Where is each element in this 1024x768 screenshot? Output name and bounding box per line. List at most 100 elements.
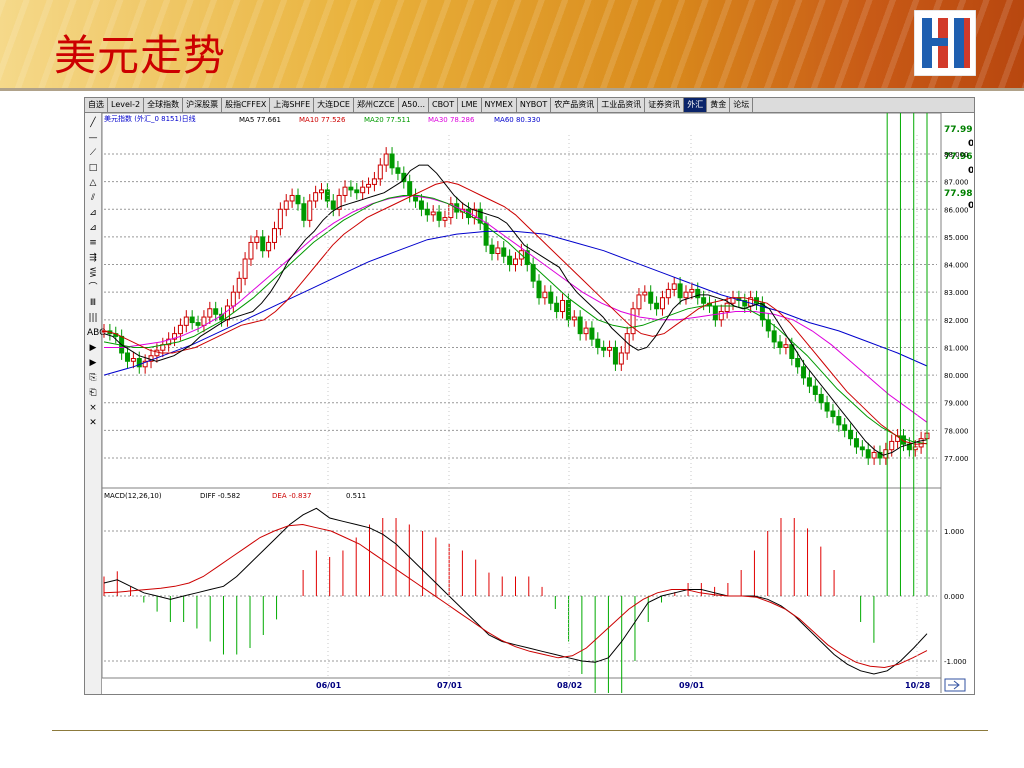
candle-body (871, 451, 877, 459)
trading-software-window: 自选 Level-2 全球指数 沪深股票 股指CFFEX 上海SHFE 大连DCE 郑州CZC… (84, 97, 975, 695)
candle-body (583, 327, 589, 335)
candle-body (271, 228, 277, 243)
candle-body (260, 236, 266, 252)
right-value-4: 0 (968, 166, 973, 176)
candle-body (554, 302, 560, 313)
candle-body (536, 280, 542, 299)
candle-body (853, 438, 859, 448)
candle-body (395, 167, 401, 174)
candle-body (795, 358, 801, 368)
candle-body (201, 316, 207, 326)
macd-diff-label: DIFF -0.582 (200, 492, 240, 500)
candle-body (595, 338, 601, 348)
candle-body (360, 186, 366, 194)
candle-body (313, 192, 319, 202)
candle-body (701, 297, 707, 304)
tab-15[interactable]: 证券资讯 (645, 98, 685, 112)
drawing-tool-icon-14[interactable]: ABC (87, 327, 105, 339)
candle-body (777, 341, 783, 348)
ma10-label: MA10 77.526 (299, 116, 346, 124)
tab-17[interactable]: 黄金 (707, 98, 731, 112)
candle-body (836, 416, 842, 426)
candle-body (189, 316, 195, 324)
tab-13[interactable]: 农产品资讯 (551, 98, 599, 112)
macd-dea-label: DEA -0.837 (272, 492, 311, 500)
drawing-tool-icon-11[interactable]: ⌒ (87, 282, 99, 294)
drawing-tool-icon-18[interactable]: ⎗ (87, 387, 99, 399)
drawing-tool-icon-19[interactable]: × (87, 402, 99, 414)
drawing-tool-icon-9[interactable]: ⇶ (87, 252, 99, 264)
right-value-2: 0 (968, 139, 973, 149)
tab-12[interactable]: NYBOT (517, 98, 552, 112)
candle-body (806, 377, 812, 387)
drawing-tool-icon-8[interactable]: ≡ (87, 237, 99, 249)
drawing-tool-icon-0[interactable]: ╱ (87, 117, 99, 129)
tab-8[interactable]: A50... (399, 98, 429, 112)
price-chart: 美元指数 (外汇_0 8151)日线 MA5 77.661 MA10 77.52… (102, 113, 973, 693)
candle-body (242, 258, 248, 279)
tab-4[interactable]: 股指CFFEX (222, 98, 271, 112)
y-axis-label: 81.000 (944, 344, 969, 352)
drawing-tool-icon-2[interactable]: ⟋ (87, 147, 99, 159)
candle-body (154, 349, 160, 357)
candle-body (601, 346, 607, 351)
tab-3[interactable]: 沪深股票 (183, 98, 223, 112)
candle-body (630, 308, 636, 335)
drawing-tool-icon-12[interactable]: Ⅲ (87, 297, 99, 309)
tab-18[interactable]: 论坛 (730, 98, 754, 112)
tab-10[interactable]: LME (458, 98, 482, 112)
drawing-tool-icon-15[interactable]: ▶ (87, 342, 99, 354)
drawing-tool-icon-7[interactable]: ⊿ (87, 222, 99, 234)
drawing-tool-icon-10[interactable]: ⋚ (87, 267, 99, 279)
candle-body (665, 288, 671, 299)
tab-11[interactable]: NYMEX (482, 98, 517, 112)
tab-16[interactable]: 外汇 (684, 98, 708, 112)
tab-0[interactable]: 自选 (85, 98, 108, 112)
candle-body (366, 183, 372, 188)
candle-body (330, 200, 336, 210)
candle-body (818, 393, 824, 404)
candle-body (307, 200, 313, 221)
macd-label: MACD(12,26,10) (104, 492, 162, 500)
candle-body (183, 316, 189, 326)
candle-body (889, 440, 895, 451)
tab-6[interactable]: 大连DCE (314, 98, 354, 112)
tab-5[interactable]: 上海SHFE (270, 98, 315, 112)
header-rule (0, 88, 1024, 91)
tab-7[interactable]: 郑州CZCE (354, 98, 399, 112)
candle-body (277, 208, 283, 230)
candle-body (589, 327, 595, 340)
x-axis-label: 08/02 (557, 681, 582, 690)
y-axis-label: 86.000 (944, 206, 969, 214)
tab-2[interactable]: 全球指数 (144, 98, 184, 112)
drawing-tool-icon-3[interactable]: □ (87, 162, 99, 174)
candle-body (859, 446, 865, 451)
drawing-tool-icon-5[interactable]: ⫽ (87, 192, 99, 204)
y-axis-label: 83.000 (944, 289, 969, 297)
candle-body (248, 241, 254, 260)
tab-9[interactable]: CBOT (429, 98, 459, 112)
drawing-tool-icon-1[interactable]: — (87, 132, 99, 144)
drawing-tool-icon-17[interactable]: ⎘ (87, 372, 99, 384)
candle-body (348, 186, 354, 191)
candle-body (289, 194, 295, 202)
drawing-tool-icon-4[interactable]: △ (87, 177, 99, 189)
drawing-tool-icon-20[interactable]: ✕ (87, 417, 99, 429)
instrument-label: 美元指数 (外汇_0 8151)日线 (104, 114, 196, 123)
macd-value-label: 0.511 (346, 492, 366, 500)
tab-14[interactable]: 工业品资讯 (598, 98, 646, 112)
ma5-label: MA5 77.661 (239, 116, 281, 124)
macd-y-label: 1.000 (944, 528, 964, 536)
candle-body (266, 241, 272, 252)
drawing-tool-icon-16[interactable]: ▶ (87, 357, 99, 369)
candle-body (254, 236, 260, 243)
slide-title: 美元走势 (54, 31, 227, 80)
tab-1[interactable]: Level-2 (108, 98, 145, 112)
drawing-tool-icon-6[interactable]: ⊿ (87, 207, 99, 219)
drawing-tool-icon-13[interactable]: ||| (87, 312, 99, 324)
candle-body (324, 189, 330, 202)
candle-body (377, 164, 383, 180)
y-axis-label: 88.000 (944, 151, 969, 159)
candle-body (295, 194, 301, 205)
x-axis-label: 09/01 (679, 681, 705, 690)
